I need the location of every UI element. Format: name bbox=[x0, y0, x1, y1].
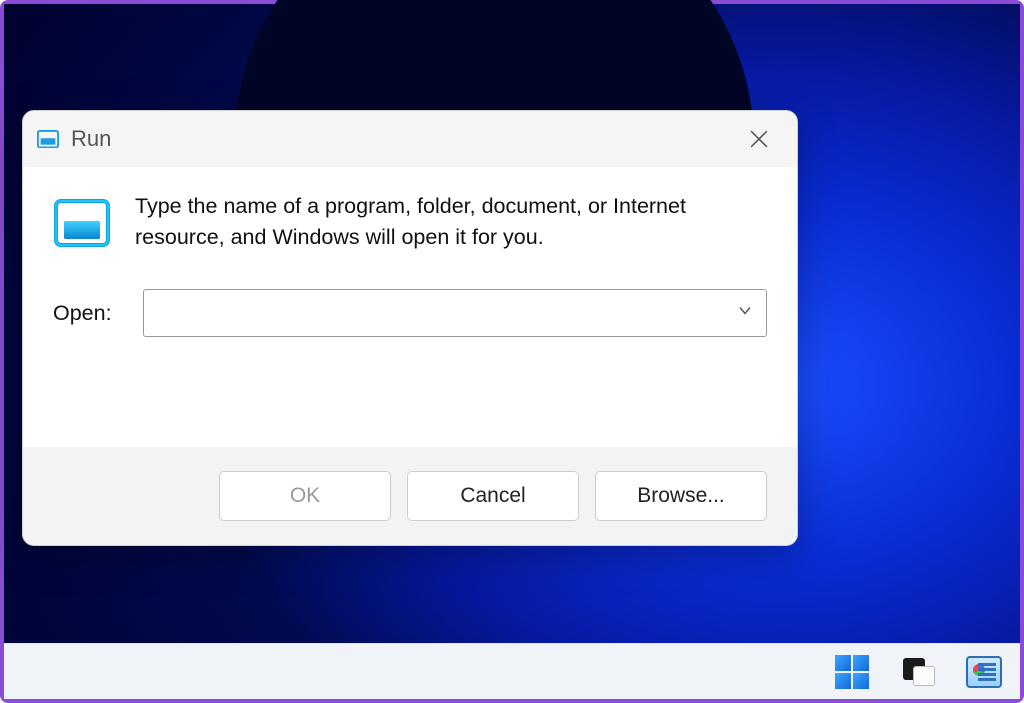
dialog-content: Type the name of a program, folder, docu… bbox=[23, 167, 797, 447]
run-dialog: Run Type the name of a program, folder, … bbox=[22, 110, 798, 546]
resource-monitor-icon bbox=[966, 656, 1002, 688]
close-button[interactable] bbox=[735, 115, 783, 163]
button-area: OK Cancel Browse... bbox=[23, 447, 797, 545]
browse-button[interactable]: Browse... bbox=[595, 471, 767, 521]
task-view-icon bbox=[901, 658, 935, 686]
cancel-button[interactable]: Cancel bbox=[407, 471, 579, 521]
run-icon bbox=[53, 195, 111, 253]
dialog-title: Run bbox=[71, 126, 735, 152]
dialog-description: Type the name of a program, folder, docu… bbox=[135, 191, 767, 253]
ok-button[interactable]: OK bbox=[219, 471, 391, 521]
resource-monitor-button[interactable] bbox=[966, 654, 1002, 690]
taskbar bbox=[4, 643, 1020, 699]
start-button[interactable] bbox=[834, 654, 870, 690]
run-title-icon bbox=[37, 130, 59, 148]
task-view-button[interactable] bbox=[900, 654, 936, 690]
windows-icon bbox=[835, 655, 869, 689]
titlebar: Run bbox=[23, 111, 797, 167]
open-label: Open: bbox=[53, 301, 119, 326]
desktop-background: Run Type the name of a program, folder, … bbox=[4, 4, 1020, 699]
open-input[interactable] bbox=[143, 289, 767, 337]
